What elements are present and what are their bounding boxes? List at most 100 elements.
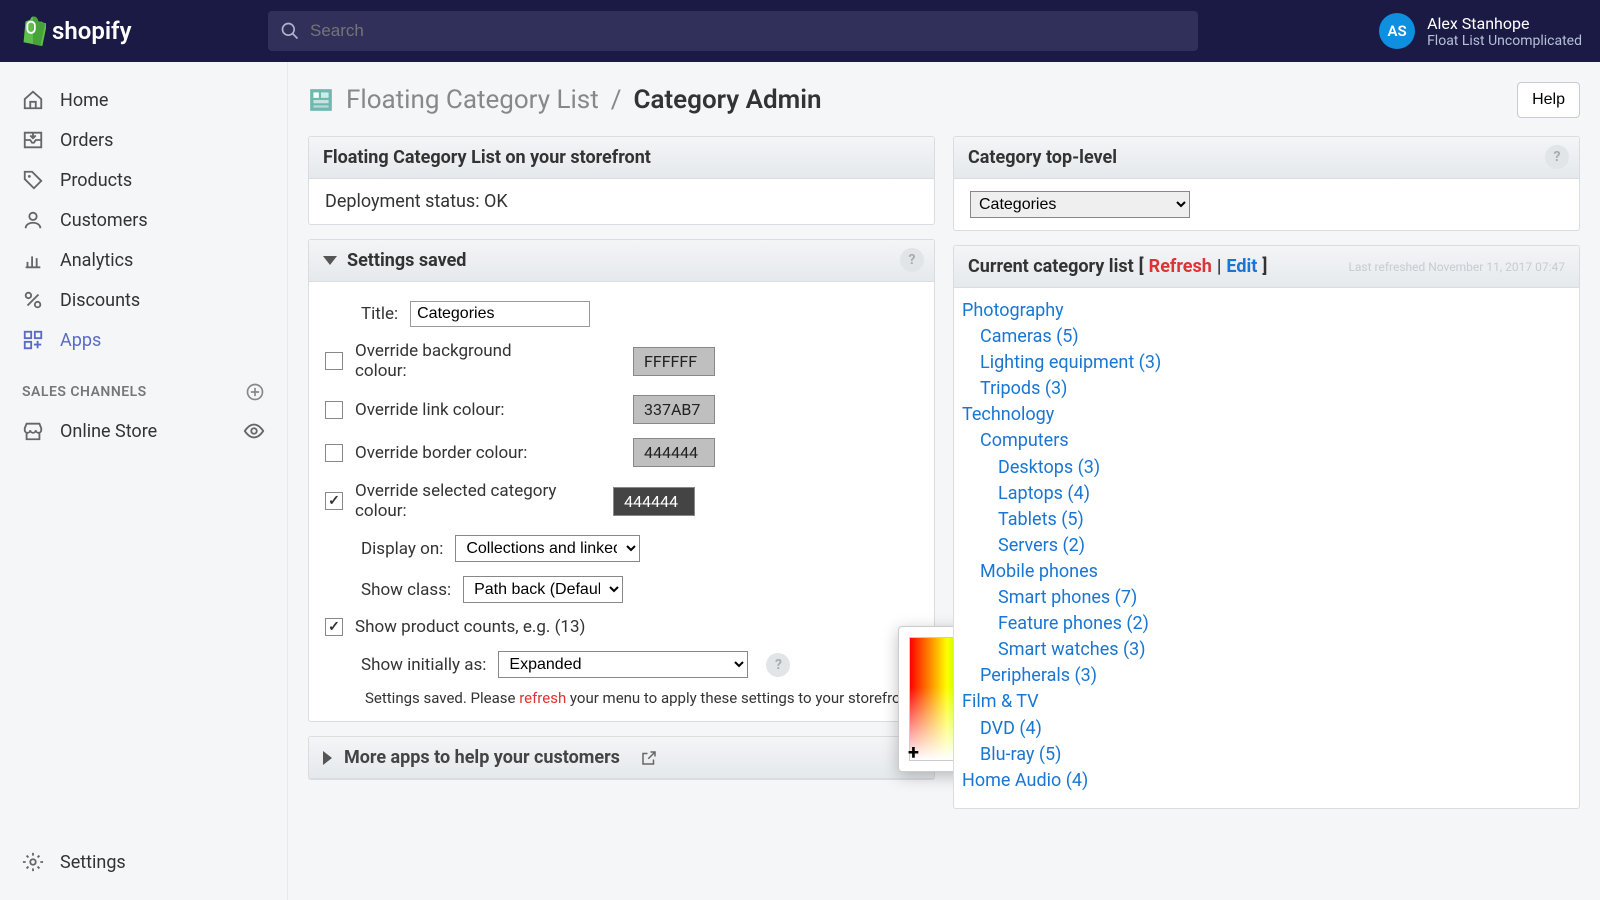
topbar: shopify AS Alex Stanhope Float List Unco…	[0, 0, 1600, 62]
hint-post: your menu to apply these settings to you…	[566, 689, 918, 707]
settings-card: ? Settings saved Title: Override backgro…	[308, 239, 935, 722]
override-link-label: Override link colour:	[355, 400, 565, 420]
add-channel-icon[interactable]	[245, 382, 265, 402]
brand-logo[interactable]: shopify	[18, 16, 268, 46]
edit-list-link[interactable]: Edit	[1226, 256, 1257, 277]
deploy-value: OK	[484, 191, 508, 212]
breadcrumb-sep: /	[611, 85, 622, 115]
sidebar: Home Orders Products Customers Analytics…	[0, 62, 288, 900]
category-link[interactable]: Smart watches (3)	[998, 639, 1146, 660]
category-link[interactable]: Laptops (4)	[998, 483, 1090, 504]
override-link-checkbox[interactable]	[325, 401, 343, 419]
category-link[interactable]: Cameras (5)	[980, 326, 1079, 347]
nav-settings-label: Settings	[60, 852, 126, 873]
shopify-bag-icon	[18, 16, 46, 46]
chart-icon	[22, 249, 44, 271]
override-selected-row: Override selected category colour: 44444…	[325, 474, 918, 528]
main-content: Floating Category List / Category Admin …	[288, 62, 1600, 900]
storefront-card-head: Floating Category List on your storefron…	[309, 137, 934, 179]
settings-card-head[interactable]: Settings saved	[309, 240, 934, 282]
nav-analytics[interactable]: Analytics	[0, 240, 287, 280]
store-icon	[22, 420, 44, 442]
show-counts-row: Show product counts, e.g. (13)	[325, 610, 918, 644]
brand-text: shopify	[52, 17, 132, 45]
category-link[interactable]: Technology	[962, 404, 1054, 425]
tag-icon	[22, 169, 44, 191]
category-link[interactable]: Feature phones (2)	[998, 613, 1149, 634]
person-icon	[22, 209, 44, 231]
nav-orders-label: Orders	[60, 130, 113, 151]
chevron-right-icon	[323, 751, 332, 765]
avatar: AS	[1379, 13, 1415, 49]
override-selected-value[interactable]: 444444	[613, 487, 695, 516]
title-input[interactable]	[410, 301, 590, 327]
deployment-status: Deployment status: OK	[309, 179, 934, 224]
nav-orders[interactable]: Orders	[0, 120, 287, 160]
override-border-label: Override border colour:	[355, 443, 565, 463]
category-link[interactable]: Home Audio (4)	[962, 770, 1088, 791]
nav-customers-label: Customers	[60, 210, 148, 231]
show-class-row: Show class: Path back (Default)	[361, 569, 918, 610]
category-link[interactable]: Tablets (5)	[998, 509, 1084, 530]
nav-products[interactable]: Products	[0, 160, 287, 200]
channel-online-store[interactable]: Online Store	[0, 410, 287, 452]
preview-icon[interactable]	[243, 420, 265, 442]
category-link[interactable]: Lighting equipment (3)	[980, 352, 1161, 373]
nav-apps[interactable]: Apps	[0, 320, 287, 360]
override-bg-checkbox[interactable]	[325, 352, 343, 370]
category-link[interactable]: Blu-ray (5)	[980, 744, 1061, 765]
search-field[interactable]	[268, 11, 1198, 51]
show-initially-select[interactable]: Expanded	[498, 651, 748, 678]
toplevel-select[interactable]: Categories	[970, 191, 1190, 218]
category-link[interactable]: DVD (4)	[980, 718, 1042, 739]
more-apps-card: ? More apps to help your customers	[308, 736, 935, 780]
show-class-label: Show class:	[361, 580, 451, 600]
apps-icon	[22, 329, 44, 351]
current-list-head: Current category list [ Refresh | Edit ]…	[954, 246, 1579, 288]
help-icon[interactable]: ?	[900, 248, 924, 272]
override-border-value[interactable]: 444444	[633, 438, 715, 467]
override-link-value[interactable]: 337AB7	[633, 395, 715, 424]
user-menu[interactable]: AS Alex Stanhope Float List Uncomplicate…	[1349, 13, 1582, 49]
override-bg-value[interactable]: FFFFFF	[633, 347, 715, 376]
search-icon	[280, 21, 300, 41]
category-link[interactable]: Peripherals (3)	[980, 665, 1097, 686]
nav-discounts[interactable]: Discounts	[0, 280, 287, 320]
help-icon[interactable]: ?	[766, 653, 790, 677]
search-input[interactable]	[310, 21, 1186, 41]
settings-head-label: Settings saved	[347, 250, 466, 271]
breadcrumb-app[interactable]: Floating Category List	[346, 85, 599, 115]
store-name: Float List Uncomplicated	[1427, 33, 1582, 49]
settings-hint: Settings saved. Please refresh your menu…	[325, 685, 918, 709]
override-border-checkbox[interactable]	[325, 444, 343, 462]
sales-channels-label: SALES CHANNELS	[22, 384, 147, 400]
show-counts-checkbox[interactable]	[325, 618, 343, 636]
toplevel-card-head: Category top-level	[954, 137, 1579, 179]
display-on-row: Display on: Collections and linked p	[361, 528, 918, 569]
nav-home[interactable]: Home	[0, 80, 287, 120]
nav-home-label: Home	[60, 90, 108, 111]
category-link[interactable]: Servers (2)	[998, 535, 1085, 556]
category-link[interactable]: Photography	[962, 300, 1064, 321]
more-apps-head[interactable]: More apps to help your customers	[309, 737, 934, 779]
app-tile-icon	[308, 87, 334, 113]
channel-label: Online Store	[60, 421, 157, 442]
help-button[interactable]: Help	[1517, 82, 1580, 118]
category-link[interactable]: Tripods (3)	[980, 378, 1067, 399]
display-on-select[interactable]: Collections and linked p	[455, 535, 640, 562]
inbox-icon	[22, 129, 44, 151]
refresh-link[interactable]: refresh	[519, 689, 566, 707]
refresh-list-link[interactable]: Refresh	[1149, 256, 1212, 277]
current-list-label: Current category list	[968, 256, 1134, 277]
help-icon[interactable]: ?	[1545, 145, 1569, 169]
category-link[interactable]: Film & TV	[962, 691, 1039, 712]
show-class-select[interactable]: Path back (Default)	[463, 576, 623, 603]
category-link[interactable]: Smart phones (7)	[998, 587, 1137, 608]
nav-customers[interactable]: Customers	[0, 200, 287, 240]
nav-settings[interactable]: Settings	[0, 842, 287, 882]
category-link[interactable]: Desktops (3)	[998, 457, 1100, 478]
override-bg-row: Override background colour: FFFFFF	[325, 334, 918, 388]
override-selected-checkbox[interactable]	[325, 492, 343, 510]
category-link[interactable]: Computers	[980, 430, 1069, 451]
category-link[interactable]: Mobile phones	[980, 561, 1098, 582]
